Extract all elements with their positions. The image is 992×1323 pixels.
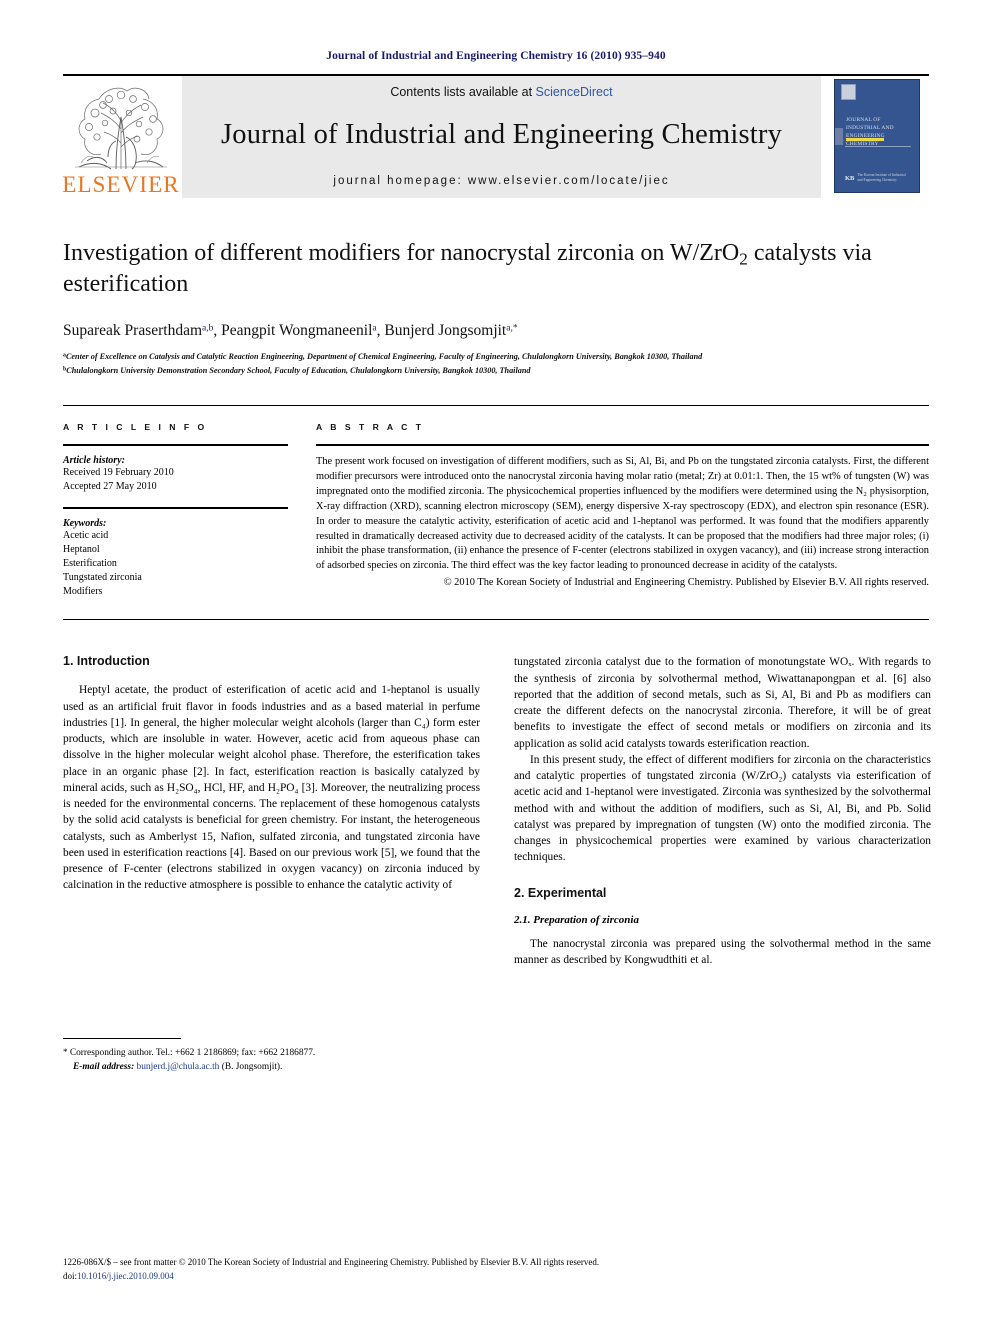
- sciencedirect-link[interactable]: ScienceDirect: [536, 85, 613, 99]
- elsevier-wordmark: ELSEVIER: [62, 172, 180, 197]
- cover-society-abbr: KB: [845, 174, 855, 182]
- right-paragraph-1: tungstated zirconia catalyst due to the …: [514, 656, 931, 750]
- article-accepted-date: Accepted 27 May 2010: [63, 481, 157, 493]
- page-footer: 1226-086X/$ – see front matter © 2010 Th…: [63, 1256, 929, 1283]
- abstract-heading: A B S T R A C T: [316, 422, 425, 433]
- paper-page: Journal of Industrial and Engineering Ch…: [0, 0, 992, 1323]
- footnote-star: *: [63, 1047, 68, 1058]
- keyword-item: Esterification: [63, 557, 117, 569]
- keyword-item: Acetic acid: [63, 529, 109, 541]
- cover-title-text: JOURNAL OF INDUSTRIAL AND ENGINEERING CHEMI…: [846, 117, 894, 147]
- cover-accent-bar: [846, 138, 884, 141]
- section-heading-experimental: 2. Experimental: [514, 885, 607, 900]
- journal-cover-thumbnail: JOURNAL OF INDUSTRIAL AND ENGINEERING CHEMI…: [825, 76, 929, 198]
- author-name-2[interactable]: Peangpit Wongmaneenil: [221, 322, 372, 339]
- article-info-rule-1: [63, 444, 288, 447]
- masthead-center: Contents lists available at ScienceDirec…: [182, 76, 821, 198]
- author-marks-3: a,*: [506, 324, 518, 335]
- elsevier-tree-icon: [69, 77, 173, 173]
- footnote-rule: [63, 1038, 181, 1040]
- abstract-column: A B S T R A C T The present work focused…: [316, 422, 929, 599]
- contents-prefix: Contents lists available at: [390, 85, 536, 99]
- author-name-3[interactable]: Bunjerd Jongsomjit: [384, 322, 506, 339]
- author-name-1[interactable]: Supareak Praserthdam: [63, 322, 202, 339]
- abstract-rule: [316, 444, 929, 447]
- article-history-label: Article history:: [63, 455, 125, 467]
- running-head: Journal of Industrial and Engineering Ch…: [326, 50, 666, 62]
- cover-society-text: The Korean Institute of Industrial and E…: [857, 173, 906, 183]
- keyword-item: Heptanol: [63, 543, 100, 555]
- affiliation-text-2: Chulalongkorn University Demonstration S…: [66, 366, 531, 376]
- page-title: Investigation of different modifiers for…: [63, 238, 929, 300]
- intro-paragraph-1: Heptyl acetate, the product of esterific…: [63, 684, 480, 892]
- elsevier-logo: ELSEVIER: [62, 76, 180, 198]
- journal-cover-image: JOURNAL OF INDUSTRIAL AND ENGINEERING CHEMI…: [834, 79, 920, 193]
- subsection-heading-preparation: 2.1. Preparation of zirconia: [514, 913, 639, 926]
- article-info-column: A R T I C L E I N F O Article history: R…: [63, 422, 316, 599]
- email-link[interactable]: bunjerd.j@chula.ac.th: [137, 1062, 220, 1072]
- title-subscript: 2: [739, 249, 748, 269]
- body-two-columns: 1. Introduction Heptyl acetate, the prod…: [63, 654, 931, 1074]
- cover-divider: [845, 146, 911, 147]
- title-block: Investigation of different modifiers for…: [63, 238, 929, 377]
- body-left-column: 1. Introduction Heptyl acetate, the prod…: [63, 654, 480, 1074]
- doi-link[interactable]: 10.1016/j.jiec.2010.09.004: [77, 1271, 174, 1281]
- right-paragraph-2: In this present study, the effect of dif…: [514, 753, 931, 864]
- issn-copyright-line: 1226-086X/$ – see front matter © 2010 Th…: [63, 1257, 600, 1267]
- email-note: E-mail address: bunjerd.j@chula.ac.th (B…: [63, 1061, 480, 1075]
- abstract-text: The present work focused on investigatio…: [316, 456, 929, 572]
- keyword-item: Modifiers: [63, 586, 103, 598]
- journal-title: Journal of Industrial and Engineering Ch…: [220, 119, 783, 150]
- article-received-date: Received 19 February 2010: [63, 467, 174, 479]
- abstract-panel-bottom-rule: [63, 619, 929, 621]
- title-part-1: Investigation of different modifiers for…: [63, 240, 740, 266]
- doi-line: doi:10.1016/j.jiec.2010.09.004: [63, 1270, 929, 1284]
- keyword-item: Tungstated zirconia: [63, 572, 142, 584]
- author-list: Supareak Praserthdama,b, Peangpit Wongma…: [63, 322, 518, 340]
- email-label: E-mail address:: [73, 1061, 135, 1072]
- cover-society-mark: KB The Korean Institute of Industrial an…: [845, 173, 911, 183]
- affiliation-1: aCenter of Excellence on Catalysis and C…: [63, 351, 929, 363]
- doi-label: doi:: [63, 1270, 78, 1281]
- experimental-paragraph-1: The nanocrystal zirconia was prepared us…: [514, 937, 931, 966]
- keywords-label: Keywords:: [63, 517, 107, 529]
- footnote-block: * Corresponding author. Tel.: +662 1 218…: [63, 1022, 480, 1074]
- corresponding-author-note: * Corresponding author. Tel.: +662 1 218…: [63, 1046, 480, 1061]
- section-heading-introduction: 1. Introduction: [63, 654, 150, 669]
- article-info-rule-2: [63, 506, 288, 509]
- journal-homepage-line[interactable]: journal homepage: www.elsevier.com/locat…: [333, 175, 669, 187]
- corresponding-author-text: Corresponding author. Tel.: +662 1 21868…: [69, 1048, 316, 1059]
- journal-masthead: ELSEVIER Contents lists available at Sci…: [62, 76, 929, 198]
- affiliation-text-1: Center of Excellence on Catalysis and Ca…: [65, 352, 703, 362]
- body-right-column: tungstated zirconia catalyst due to the …: [514, 654, 931, 1074]
- abstract-panel: A R T I C L E I N F O Article history: R…: [63, 406, 929, 599]
- cover-logo-badge: [841, 84, 856, 100]
- author-marks-1: a,b: [202, 324, 214, 335]
- author-marks-2: a: [372, 324, 377, 335]
- abstract-copyright: © 2010 The Korean Society of Industrial …: [443, 577, 929, 589]
- email-owner: (B. Jongsomjit).: [221, 1061, 283, 1072]
- article-info-heading: A R T I C L E I N F O: [63, 422, 208, 433]
- cover-side-tab: [835, 128, 843, 145]
- contents-available-line: Contents lists available at ScienceDirec…: [390, 85, 612, 99]
- affiliation-2: bChulalongkorn University Demonstration …: [63, 365, 929, 377]
